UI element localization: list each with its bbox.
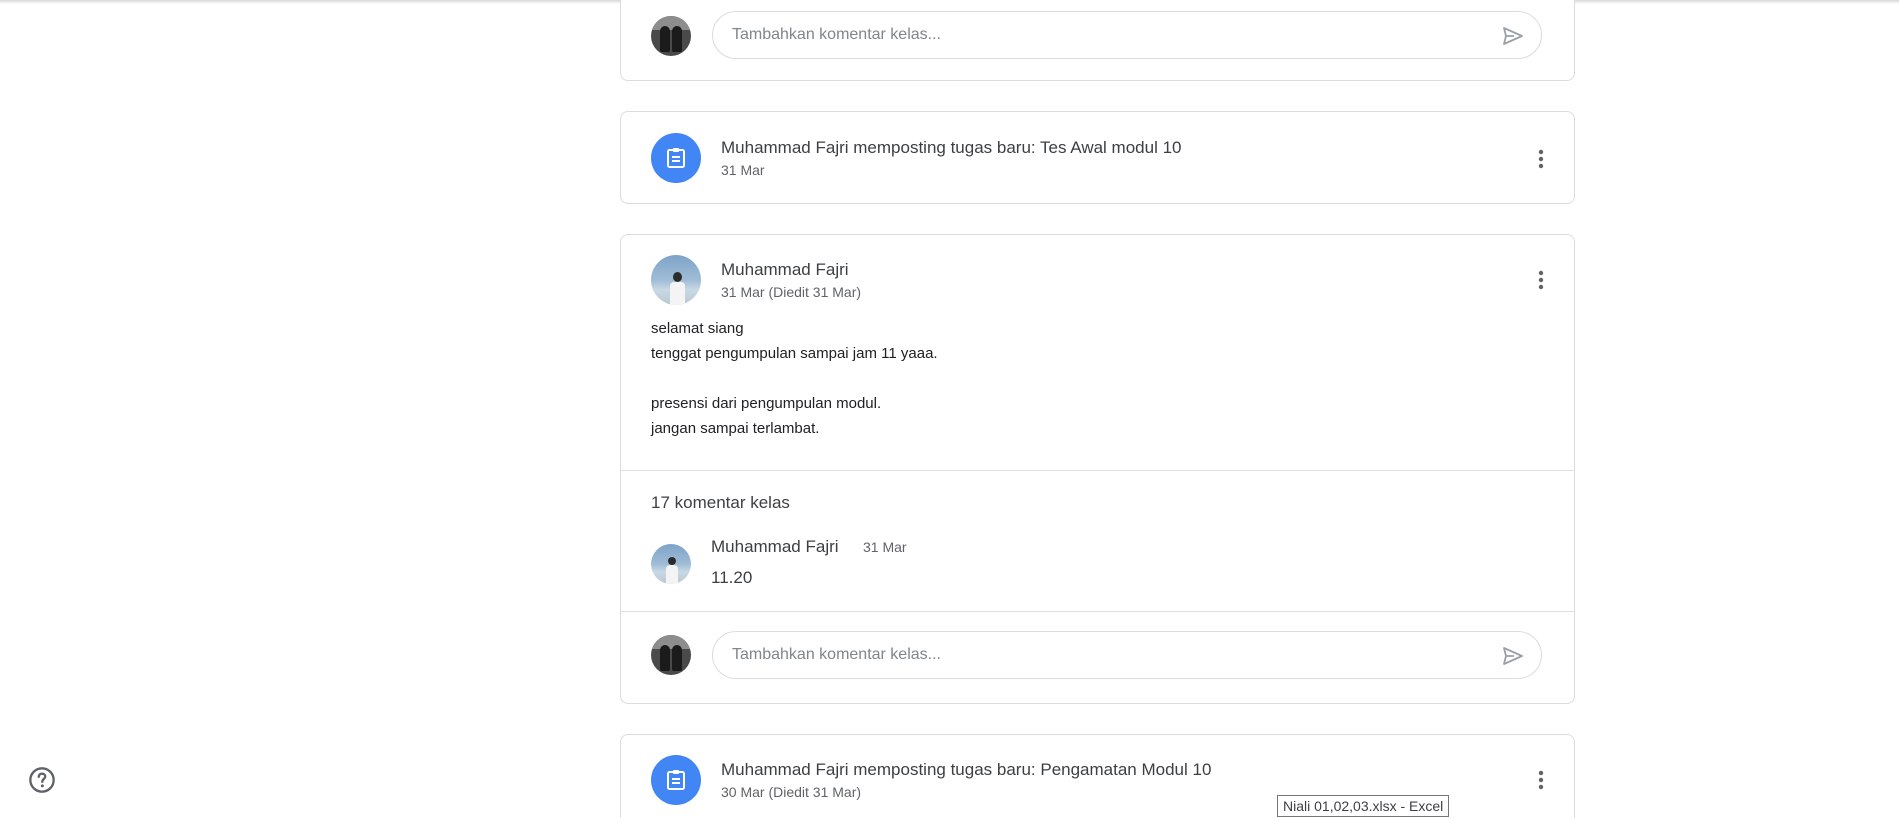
comment-input[interactable]: Tambahkan komentar kelas...: [712, 11, 1542, 59]
send-icon[interactable]: [1501, 24, 1525, 48]
divider: [621, 470, 1574, 471]
comment-text: 11.20: [711, 568, 753, 587]
more-vert-icon[interactable]: [1529, 768, 1553, 792]
comment-placeholder: Tambahkan komentar kelas...: [732, 26, 941, 43]
comments-count-link[interactable]: 17 komentar kelas: [651, 493, 790, 513]
send-icon[interactable]: [1501, 644, 1525, 668]
comment-author: Muhammad Fajri: [711, 537, 839, 556]
comment-date: 31 Mar: [863, 539, 907, 555]
previous-post-comment-card: Tambahkan komentar kelas...: [620, 0, 1575, 81]
user-avatar: [651, 16, 691, 56]
announcement-post-card: Muhammad Fajri 31 Mar (Diedit 31 Mar) se…: [620, 234, 1575, 704]
comment-input[interactable]: Tambahkan komentar kelas...: [712, 631, 1542, 679]
post-title[interactable]: Muhammad Fajri memposting tugas baru: Te…: [721, 138, 1182, 158]
commenter-avatar: [651, 544, 691, 584]
assignment-icon: [651, 133, 701, 183]
post-date: 31 Mar (Diedit 31 Mar): [721, 284, 862, 300]
assignment-icon: [651, 755, 701, 805]
post-author: Muhammad Fajri: [721, 260, 849, 279]
post-date: 30 Mar (Diedit 31 Mar): [721, 784, 862, 800]
post-body: selamat siang tenggat pengumpulan sampai…: [651, 320, 938, 437]
more-vert-icon[interactable]: [1529, 147, 1553, 171]
more-vert-icon[interactable]: [1529, 268, 1553, 292]
taskbar-tooltip: Niali 01,02,03.xlsx - Excel: [1277, 795, 1450, 817]
help-icon[interactable]: [28, 766, 56, 794]
post-title[interactable]: Muhammad Fajri memposting tugas baru: Pe…: [721, 760, 1211, 780]
assignment-post-card[interactable]: Muhammad Fajri memposting tugas baru: Te…: [620, 111, 1575, 204]
divider: [621, 611, 1574, 612]
user-avatar: [651, 635, 691, 675]
post-date: 31 Mar: [721, 162, 765, 178]
author-avatar: [651, 255, 701, 305]
comment-placeholder: Tambahkan komentar kelas...: [732, 646, 941, 663]
